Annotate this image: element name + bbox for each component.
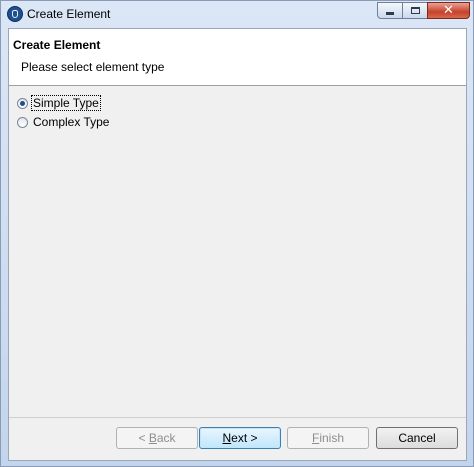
- radio-button[interactable]: [17, 116, 28, 128]
- close-button[interactable]: ✕: [427, 2, 470, 19]
- wizard-header: Create Element Please select element typ…: [9, 29, 466, 86]
- radio-simple-type[interactable]: Simple Type: [17, 95, 101, 111]
- minimize-icon: [386, 12, 394, 15]
- back-mnemonic: B: [148, 431, 157, 445]
- dialog-client-area: Create Element Please select element typ…: [8, 28, 467, 461]
- minimize-button[interactable]: [377, 2, 403, 19]
- dialog-window: Create Element ✕ Create Element Please s…: [0, 0, 474, 467]
- next-button[interactable]: Next >: [199, 427, 281, 449]
- maximize-button[interactable]: [402, 2, 428, 19]
- next-rest: ext >: [231, 431, 258, 445]
- finish-mnemonic: F: [311, 431, 320, 445]
- page-description: Please select element type: [21, 60, 165, 74]
- app-icon: [7, 6, 23, 22]
- close-icon: ✕: [443, 3, 454, 18]
- maximize-icon: [410, 7, 420, 14]
- radio-complex-type[interactable]: Complex Type: [17, 114, 110, 130]
- next-mnemonic: N: [222, 431, 232, 445]
- cancel-button[interactable]: Cancel: [376, 427, 458, 449]
- page-title: Create Element: [13, 38, 101, 52]
- finish-rest: inish: [319, 431, 345, 445]
- radio-label[interactable]: Complex Type: [32, 115, 110, 129]
- back-button[interactable]: < Back: [116, 427, 198, 449]
- radio-button-checked[interactable]: [17, 97, 28, 109]
- title-bar[interactable]: Create Element ✕: [1, 1, 473, 27]
- window-title: Create Element: [27, 7, 111, 21]
- back-prefix: <: [138, 431, 149, 445]
- footer-separator: [9, 417, 466, 418]
- back-rest: ack: [156, 431, 176, 445]
- radio-label[interactable]: Simple Type: [31, 95, 101, 111]
- finish-button[interactable]: Finish: [287, 427, 369, 449]
